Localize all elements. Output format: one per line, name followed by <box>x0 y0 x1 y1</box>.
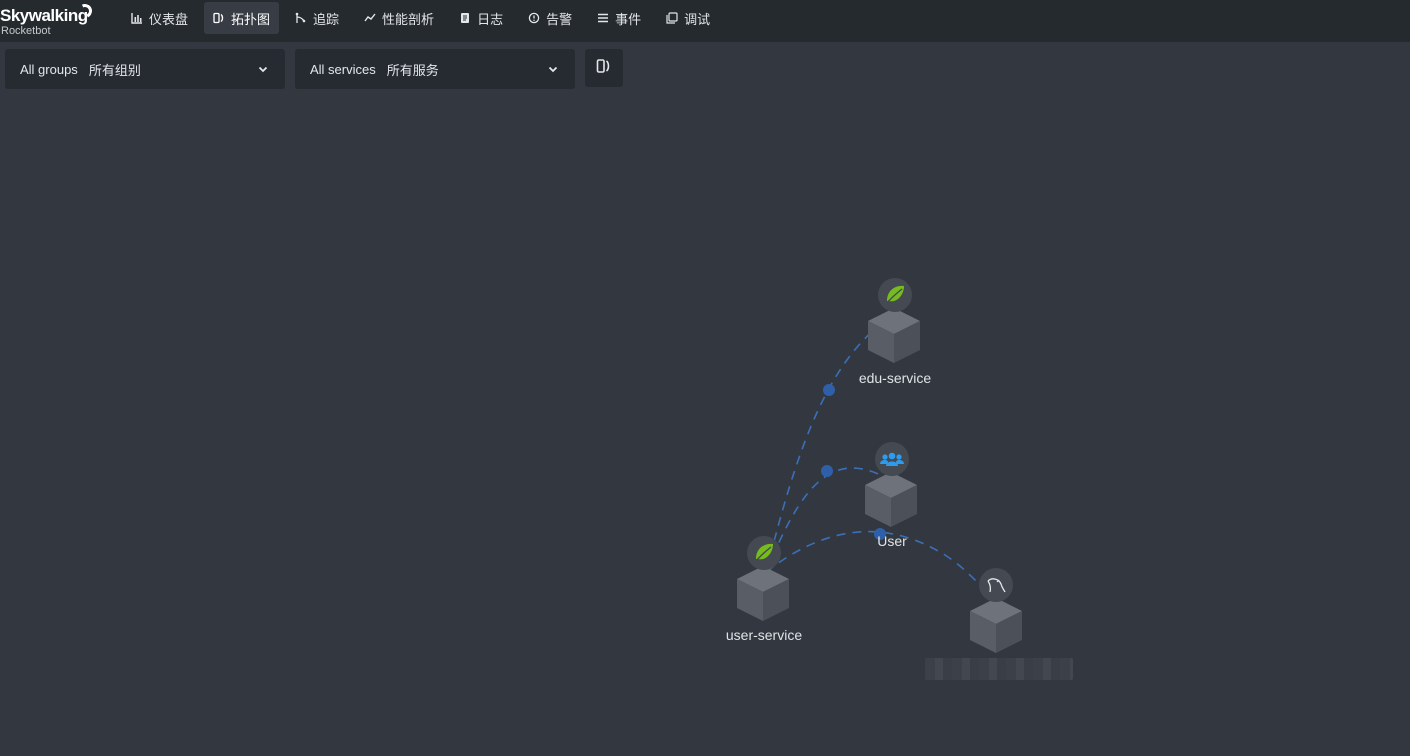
node-label: User <box>877 533 907 549</box>
edge-handle <box>823 384 835 396</box>
node-user-service <box>737 566 789 621</box>
node-edu-service <box>868 308 920 363</box>
topology-graph[interactable] <box>0 0 1410 756</box>
node-mysql <box>970 598 1022 653</box>
edge-user-service-to-edu-service <box>765 315 894 573</box>
node-label: user-service <box>725 627 803 643</box>
users-icon <box>875 442 909 476</box>
edge-handle <box>821 465 833 477</box>
spring-icon <box>747 536 781 570</box>
mysql-icon <box>979 568 1013 602</box>
redacted-node-label <box>925 658 1073 680</box>
spring-icon <box>878 278 912 312</box>
node-user <box>865 472 917 527</box>
node-label: edu-service <box>858 370 932 386</box>
